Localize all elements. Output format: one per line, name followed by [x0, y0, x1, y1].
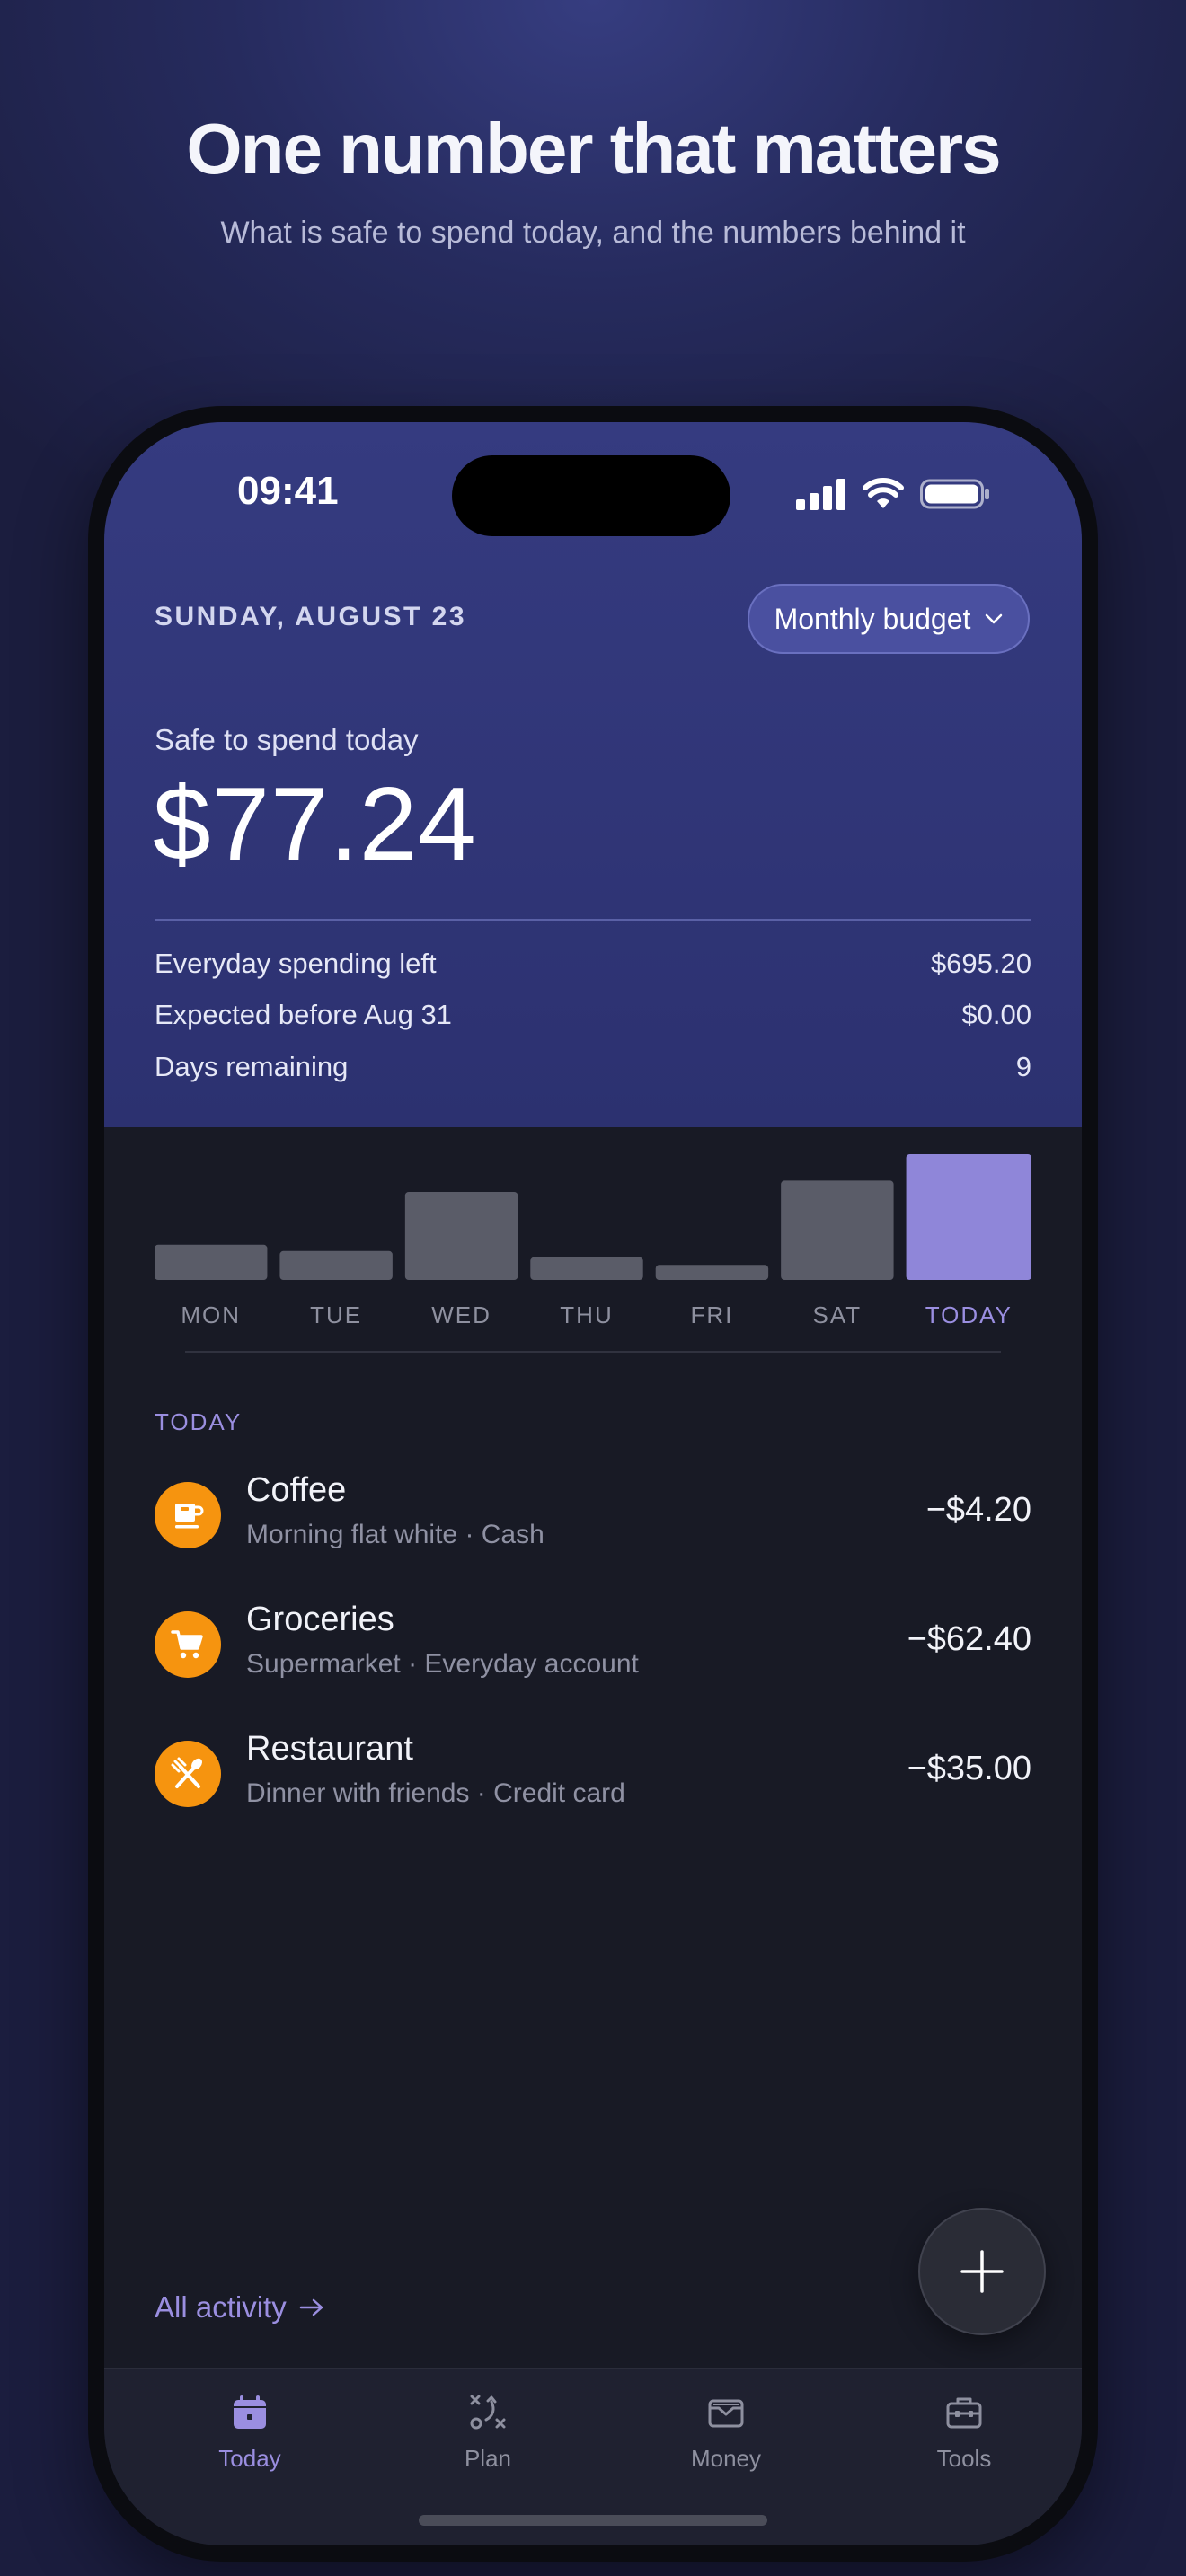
phone-frame: 09:41 SUNDAY, AUGUST 23 Monthly budget S… — [88, 406, 1098, 2562]
chart-bar-sat — [781, 1180, 894, 1280]
transaction-title: Coffee — [246, 1471, 347, 1509]
cellular-signal-icon — [796, 479, 845, 510]
chart-tick-label: WED — [431, 1301, 491, 1328]
hero-title: One number that matters — [186, 109, 1001, 189]
tab-money[interactable]: Money — [636, 2393, 816, 2473]
plus-icon — [960, 2250, 1004, 2293]
safe-to-spend-label: Safe to spend today — [155, 723, 419, 756]
date-label: SUNDAY, AUGUST 23 — [155, 602, 467, 631]
coffee-cup-icon — [175, 1504, 204, 1529]
budget-selector-button[interactable]: Monthly budget — [748, 584, 1030, 654]
transaction-row[interactable]: Restaurant Dinner with friends · Credit … — [155, 1730, 1031, 1820]
daily-spending-chart: MON TUE WED THU FRI SAT TODAY — [155, 1154, 1031, 1328]
toolbox-icon — [946, 2397, 982, 2429]
wifi-icon — [863, 478, 904, 508]
chart-bar-today — [906, 1154, 1031, 1280]
all-activity-link[interactable]: All activity — [155, 2290, 324, 2325]
transaction-title: Groceries — [246, 1601, 394, 1638]
status-icons — [796, 476, 990, 512]
transaction-amount: −$4.20 — [925, 1491, 1031, 1529]
stat-label: Expected before Aug 31 — [155, 999, 452, 1030]
tab-today[interactable]: Today — [160, 2393, 340, 2473]
tab-label: Money — [690, 2445, 762, 2472]
strategy-icon — [470, 2395, 506, 2430]
chart-tick-label: SAT — [813, 1301, 863, 1328]
category-icon-badge — [155, 1741, 221, 1807]
stat-value: $0.00 — [961, 999, 1031, 1030]
chart-bar-tue — [279, 1250, 393, 1280]
fork-knife-icon — [171, 1757, 202, 1788]
chart-axis-line — [185, 1351, 1001, 1353]
budget-selector-label: Monthly budget — [774, 602, 971, 635]
stat-value: $695.20 — [930, 948, 1031, 979]
safe-to-spend-amount: $77.24 — [153, 765, 477, 882]
activity-section-label: TODAY — [155, 1408, 243, 1435]
stat-label: Everyday spending left — [155, 948, 437, 979]
chart-tick-label: TODAY — [925, 1301, 1013, 1328]
chart-tick-label: TUE — [310, 1301, 362, 1328]
chart-bar-fri — [655, 1265, 769, 1280]
dynamic-island — [452, 455, 730, 536]
hero-subtitle: What is safe to spend today, and the num… — [220, 216, 966, 250]
tab-plan[interactable]: Plan — [398, 2393, 578, 2473]
status-time: 09:41 — [237, 469, 339, 513]
transaction-amount: −$35.00 — [907, 1750, 1031, 1787]
transaction-title: Restaurant — [246, 1730, 413, 1768]
battery-icon — [920, 479, 989, 509]
transaction-row[interactable]: Coffee Morning flat white · Cash −$4.20 — [155, 1471, 1031, 1561]
transaction-subtitle: Morning flat white · Cash — [246, 1520, 544, 1549]
stat-label: Days remaining — [155, 1051, 349, 1082]
wallet-icon — [708, 2399, 744, 2428]
home-indicator — [419, 2515, 767, 2526]
chart-tick-label: THU — [560, 1301, 613, 1328]
tab-label: Plan — [464, 2445, 512, 2472]
stat-value: 9 — [1015, 1051, 1031, 1082]
summary-divider — [155, 919, 1031, 921]
chart-tick-label: MON — [181, 1301, 241, 1328]
tab-bar: Today Plan Money Tools — [104, 2368, 1082, 2545]
stat-row-days: Days remaining 9 — [155, 1051, 1031, 1083]
transaction-amount: −$62.40 — [907, 1620, 1031, 1658]
category-icon-badge — [155, 1611, 221, 1678]
arrow-right-icon — [299, 2298, 323, 2316]
transaction-subtitle: Supermarket · Everyday account — [246, 1649, 639, 1679]
chart-bar-wed — [404, 1192, 518, 1280]
summary-panel: 09:41 SUNDAY, AUGUST 23 Monthly budget S… — [104, 422, 1082, 1127]
chart-bar-mon — [155, 1244, 268, 1280]
calendar-icon — [234, 2395, 266, 2429]
add-transaction-button[interactable] — [918, 2208, 1046, 2335]
tab-tools[interactable]: Tools — [874, 2393, 1054, 2473]
tab-label: Tools — [936, 2445, 992, 2472]
category-icon-badge — [155, 1482, 221, 1548]
chart-tick-label: FRI — [690, 1301, 733, 1328]
shopping-cart-icon — [171, 1630, 203, 1659]
all-activity-label: All activity — [155, 2290, 287, 2324]
tab-label: Today — [218, 2445, 281, 2472]
transaction-row[interactable]: Groceries Supermarket · Everyday account… — [155, 1601, 1031, 1690]
chevron-down-icon — [986, 613, 1003, 624]
chart-bar-thu — [530, 1257, 643, 1280]
stat-row-everyday: Everyday spending left $695.20 — [155, 948, 1031, 980]
phone-screen: 09:41 SUNDAY, AUGUST 23 Monthly budget S… — [104, 422, 1082, 2545]
stat-row-expected: Expected before Aug 31 $0.00 — [155, 999, 1031, 1031]
transaction-subtitle: Dinner with friends · Credit card — [246, 1778, 625, 1808]
